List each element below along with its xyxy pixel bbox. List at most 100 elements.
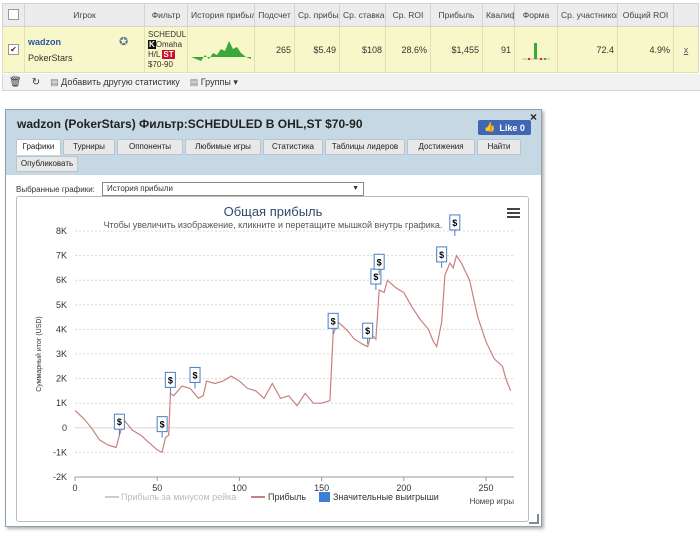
row-checkbox[interactable]: ✔: [8, 44, 19, 55]
tab-statistics[interactable]: Статистика: [263, 139, 323, 155]
y-tick-label: 3K: [56, 349, 67, 359]
big-win-flag-label: $: [331, 316, 336, 326]
tab-find[interactable]: Найти: [477, 139, 521, 155]
big-win-flag-label: $: [168, 375, 173, 385]
table-toolbar: 🗑 ↻ ▤ Добавить другую статистику ▤ Групп…: [2, 74, 700, 91]
y-axis-label: Суммарный итог (USD): [35, 316, 43, 392]
profit-chart-container[interactable]: Общая прибыль Чтобы увеличить изображение…: [16, 196, 529, 522]
y-tick-label: 8K: [56, 226, 67, 236]
filter-line-3: H/L: [148, 49, 161, 59]
header-form[interactable]: Форма: [514, 3, 558, 27]
facebook-like-button[interactable]: 👍 Like 0: [478, 120, 531, 135]
filter-line-2: Omaha: [155, 39, 183, 49]
form-cell: [514, 26, 558, 73]
pin-icon[interactable]: ✪: [119, 35, 128, 48]
resize-handle[interactable]: [529, 514, 539, 524]
thumbs-up-icon: 👍: [484, 122, 496, 132]
avg-roi-cell: 28.6%: [385, 26, 431, 73]
add-stats-icon: ▤: [50, 76, 59, 87]
chart-subtitle: Чтобы увеличить изображение, кликните и …: [104, 220, 443, 230]
tab-publish[interactable]: Опубликовать: [16, 156, 78, 172]
y-tick-label: 2K: [56, 374, 67, 384]
groups-label: Группы: [200, 76, 231, 87]
big-win-flag-label: $: [193, 370, 198, 380]
like-label: Like 0: [499, 122, 525, 133]
add-stats-button[interactable]: ▤ Добавить другую статистику: [50, 77, 180, 88]
header-avg-stake[interactable]: Ср. ставка: [339, 3, 386, 27]
avg-profit-cell: $5.49: [294, 26, 340, 73]
game-type-badge: K: [148, 39, 156, 49]
profit-sparkline-cell: [187, 26, 255, 73]
total-roi-cell: 4.9%: [617, 26, 674, 73]
close-icon[interactable]: ×: [530, 110, 537, 124]
tab-tournaments[interactable]: Турниры: [63, 139, 115, 155]
player-stats-window: wadzon (PokerStars) Фильтр:SCHEDULED В O…: [5, 109, 542, 527]
profit-cell: $1,455: [430, 26, 483, 73]
tab-leaderboards[interactable]: Таблицы лидеров: [325, 139, 405, 155]
player-site: PokerStars: [28, 52, 73, 63]
big-win-flag-label: $: [452, 218, 457, 228]
filter-cell: SCHEDUL KOmaha H/L ST $70-90: [144, 26, 188, 73]
header-player[interactable]: Игрок: [24, 3, 145, 27]
big-win-flag-label: $: [373, 272, 378, 282]
filter-line-4: $70-90: [148, 59, 173, 69]
window-header: wadzon (PokerStars) Фильтр:SCHEDULED В O…: [6, 110, 541, 175]
qualif-cell: 91: [482, 26, 515, 73]
tab-graphs[interactable]: Графики: [16, 139, 61, 155]
chevron-down-icon: ▼: [352, 185, 359, 192]
groups-icon: ▤: [189, 76, 199, 87]
header-remove: [673, 3, 699, 27]
header-avg-entrants[interactable]: Ср. участников: [557, 3, 618, 27]
x-axis-label: Номер игры: [470, 497, 515, 506]
count-cell: 265: [254, 26, 295, 73]
window-title: wadzon (PokerStars) Фильтр:SCHEDULED В O…: [17, 117, 363, 131]
player-cell[interactable]: wadzon PokerStars ✪: [24, 26, 145, 73]
filter-line-1: SCHEDUL: [148, 29, 187, 39]
chart-menu-icon[interactable]: [507, 208, 520, 218]
legend-label-profit: Прибыль: [268, 492, 306, 502]
y-tick-label: 6K: [56, 275, 67, 285]
speed-badge: ST: [162, 49, 175, 59]
form-chart: [522, 42, 550, 60]
header-profit-history[interactable]: История прибыли: [187, 3, 255, 27]
header-qualif[interactable]: Квалиф: [482, 3, 515, 27]
legend-label-big-wins: Значительные выигрыши: [333, 492, 439, 502]
select-all-checkbox[interactable]: [8, 8, 19, 20]
add-stats-label: Добавить другую статистику: [61, 76, 180, 87]
big-win-flag-label: $: [439, 250, 444, 260]
y-tick-label: 4K: [56, 324, 67, 334]
header-select-all[interactable]: [2, 3, 25, 27]
header-profit[interactable]: Прибыль: [430, 3, 483, 27]
tab-opponents[interactable]: Оппоненты: [117, 139, 183, 155]
table-header-row: Игрок Фильтр История прибыли Подсчет Ср.…: [2, 3, 699, 27]
header-avg-profit[interactable]: Ср. прибыль: [294, 3, 340, 27]
avg-stake-cell: $108: [339, 26, 386, 73]
chart-title: Общая прибыль: [224, 204, 323, 219]
y-tick-label: 7K: [56, 251, 67, 261]
header-filter[interactable]: Фильтр: [144, 3, 188, 27]
big-win-flag-label: $: [377, 257, 382, 267]
refresh-icon[interactable]: ↻: [32, 77, 40, 88]
big-win-flag-label: $: [365, 326, 370, 336]
profit-sparkline: [191, 40, 251, 61]
x-tick-label: 250: [479, 483, 494, 493]
chevron-down-icon: ▾: [233, 76, 238, 87]
tab-favorite-games[interactable]: Любимые игры: [185, 139, 261, 155]
y-tick-label: 0: [62, 423, 67, 433]
groups-button[interactable]: ▤ Группы ▾: [190, 77, 238, 88]
tab-achievements[interactable]: Достижения: [407, 139, 475, 155]
row-select-cell[interactable]: ✔: [2, 26, 25, 73]
trash-icon[interactable]: 🗑: [9, 77, 22, 88]
x-tick-label: 0: [72, 483, 77, 493]
graph-select[interactable]: История прибыли ▼: [102, 182, 364, 196]
profit-chart[interactable]: Общая прибыльЧтобы увеличить изображение…: [17, 197, 528, 521]
graph-select-value: История прибыли: [107, 184, 173, 193]
big-win-flag-label: $: [117, 417, 122, 427]
header-avg-roi[interactable]: Ср. ROI: [385, 3, 431, 27]
header-total-roi[interactable]: Общий ROI: [617, 3, 674, 27]
table-row[interactable]: ✔ wadzon PokerStars ✪ SCHEDUL KOmaha H/L…: [2, 26, 699, 73]
y-tick-label: 5K: [56, 300, 67, 310]
header-count[interactable]: Подсчет: [254, 3, 295, 27]
y-tick-label: -1K: [53, 447, 67, 457]
remove-row-button[interactable]: x: [673, 26, 699, 73]
